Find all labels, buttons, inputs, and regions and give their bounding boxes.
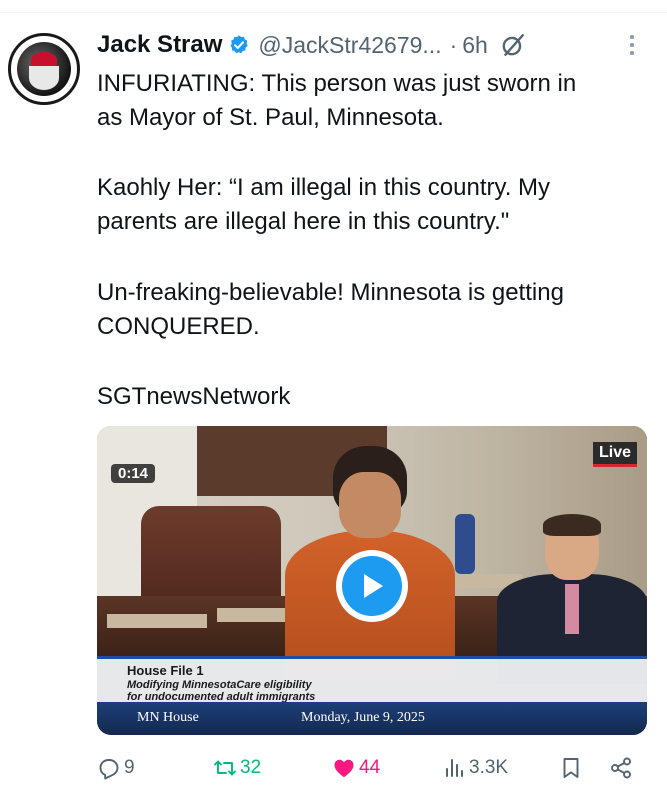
tweet-line: parents are illegal here in this country… xyxy=(97,208,510,235)
video-timestamp: 0:14 xyxy=(111,464,156,483)
tweet-paragraph: INFURIATING: This person was just sworn … xyxy=(97,67,576,135)
play-button-inner xyxy=(342,556,402,616)
tweet-line: as Mayor of St. Paul, Minnesota. xyxy=(97,104,444,131)
avatar[interactable] xyxy=(8,33,80,105)
tweet-paragraph: Un-freaking-believable! Minnesota is get… xyxy=(97,276,564,344)
reply-button[interactable]: 9 xyxy=(97,753,135,783)
video-frame-nameplate xyxy=(107,614,207,628)
like-button[interactable]: 44 xyxy=(332,753,380,783)
repost-icon xyxy=(214,760,236,776)
views-icon xyxy=(446,759,463,777)
video-frame-person xyxy=(497,514,647,684)
share-icon xyxy=(611,757,631,779)
reply-icon xyxy=(99,759,119,780)
play-icon xyxy=(364,574,383,598)
tweet-line: Un-freaking-believable! Minnesota is get… xyxy=(97,279,564,306)
person-tie xyxy=(565,584,579,634)
lower-third-date: Monday, June 9, 2025 xyxy=(301,710,425,725)
tweet-line: INFURIATING: This person was just sworn … xyxy=(97,70,577,97)
tweet-header: Jack Straw @JackStr42679... · 6h xyxy=(97,30,526,60)
repost-count: 32 xyxy=(240,757,262,778)
lower-third-title: House File 1 xyxy=(127,663,204,678)
like-count: 44 xyxy=(359,757,381,778)
author-handle[interactable]: @JackStr42679... xyxy=(258,32,441,59)
tweet-line: CONQUERED. xyxy=(97,313,260,340)
lower-third: House File 1 Modifying MinnesotaCare eli… xyxy=(97,656,647,735)
play-button[interactable] xyxy=(336,550,408,622)
lower-third-bar: MN House Monday, June 9, 2025 xyxy=(97,702,647,735)
action-bar: 9 32 44 3.3K xyxy=(97,753,637,783)
grok-icon[interactable] xyxy=(500,32,526,58)
tweet-paragraph: Kaohly Her: “I am illegal in this countr… xyxy=(97,171,550,239)
speaker-face xyxy=(339,472,401,538)
separator-dot: · xyxy=(449,31,458,58)
tweet-time[interactable]: 6h xyxy=(462,32,488,59)
top-divider xyxy=(0,12,667,13)
reply-count: 9 xyxy=(124,757,135,778)
verified-badge-icon xyxy=(231,35,249,54)
tweet-line: SGTnewsNetwork xyxy=(97,383,291,410)
lower-third-line: Modifying MinnesotaCare eligibility xyxy=(127,679,312,691)
avatar-image xyxy=(17,42,71,96)
author-name[interactable]: Jack Straw xyxy=(97,31,222,59)
video-frame-bottle xyxy=(455,514,475,574)
tweet-paragraph: SGTnewsNetwork xyxy=(97,380,290,414)
live-badge: Live xyxy=(592,442,637,467)
share-button[interactable] xyxy=(609,753,633,783)
video-player[interactable]: Live House File 1 Modifying MinnesotaCar… xyxy=(97,426,647,735)
like-icon xyxy=(334,759,354,778)
lower-third-source: MN House xyxy=(137,710,199,725)
tweet-line: Kaohly Her: “I am illegal in this countr… xyxy=(97,174,551,201)
person-hair xyxy=(543,514,601,536)
views-count: 3.3K xyxy=(469,757,509,778)
lower-third-banner: House File 1 Modifying MinnesotaCare eli… xyxy=(97,656,647,703)
views-button[interactable]: 3.3K xyxy=(442,753,508,783)
bookmark-icon xyxy=(563,758,579,778)
more-icon[interactable] xyxy=(624,32,640,58)
bookmark-button[interactable] xyxy=(559,753,583,783)
repost-button[interactable]: 32 xyxy=(213,753,261,783)
